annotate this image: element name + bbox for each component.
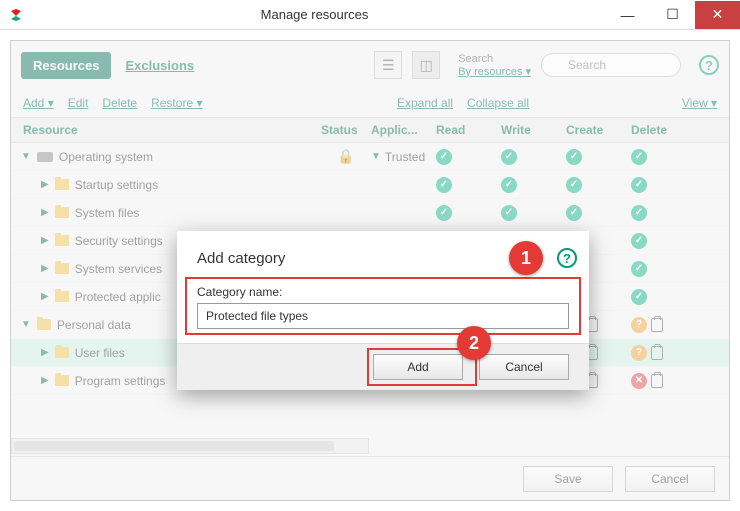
main-panel: Resources Exclusions ☰ ◫ Search By resou… [10,40,730,501]
window-title: Manage resources [24,7,605,22]
annotation-marker-2: 2 [457,326,491,360]
maximize-button[interactable]: ☐ [650,1,695,29]
add-category-dialog: Add category 1 ? Category name: 2 Add Ca… [177,231,589,390]
close-button[interactable]: ✕ [695,1,740,29]
minimize-button[interactable]: — [605,1,650,29]
dialog-cancel-button[interactable]: Cancel [479,354,569,380]
titlebar: Manage resources — ☐ ✕ [0,0,740,30]
dialog-add-button[interactable]: Add [373,354,463,380]
annotation-marker-1: 1 [509,241,543,275]
app-logo-icon [8,7,24,23]
category-name-label: Category name: [197,285,569,299]
dialog-title: Add category [197,250,509,267]
dialog-help-icon[interactable]: ? [557,248,577,268]
category-name-input[interactable] [197,303,569,329]
